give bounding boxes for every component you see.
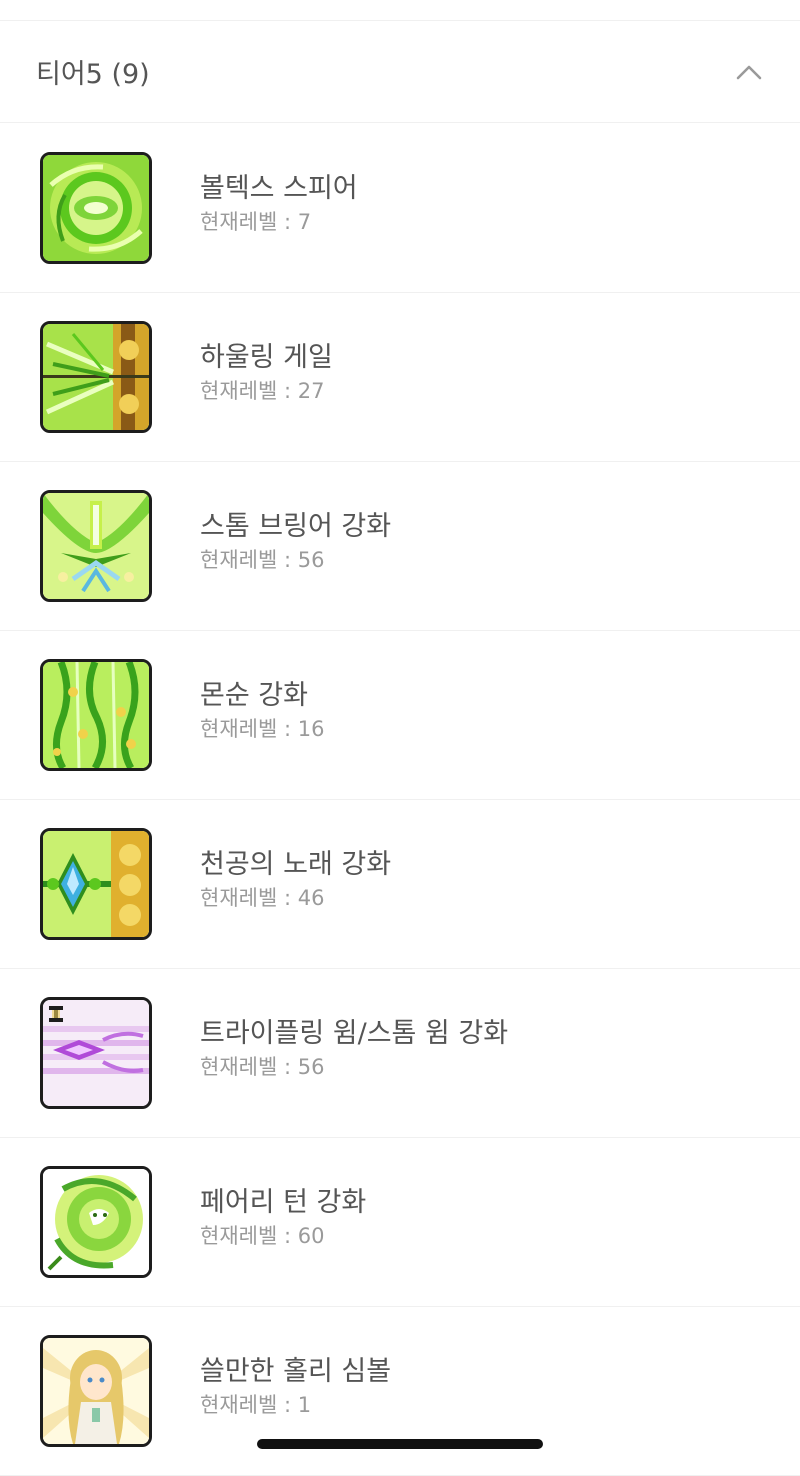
skill-list-item[interactable]: 스톰 브링어 강화 현재레벨 : 56: [0, 462, 800, 631]
fairy-turn-icon: [40, 1166, 152, 1278]
skill-level: 현재레벨 : 60: [200, 1224, 325, 1248]
skill-list-item[interactable]: 볼텍스 스피어 현재레벨 : 7: [0, 124, 800, 293]
skill-level: 현재레벨 : 27: [200, 379, 325, 403]
skill-level: 현재레벨 : 46: [200, 886, 325, 910]
skill-name: 볼텍스 스피어: [200, 173, 358, 204]
song-of-heaven-icon: [40, 828, 152, 940]
skill-list-item[interactable]: 하울링 게일 현재레벨 : 27: [0, 293, 800, 462]
skill-level: 현재레벨 : 1: [200, 1393, 312, 1417]
monsoon-icon: [40, 659, 152, 771]
home-indicator[interactable]: [257, 1439, 543, 1449]
skill-list-item[interactable]: 천공의 노래 강화 현재레벨 : 46: [0, 800, 800, 969]
skill-level: 현재레벨 : 7: [200, 210, 312, 234]
skill-list-item[interactable]: 쓸만한 홀리 심볼 현재레벨 : 1: [0, 1307, 800, 1476]
skill-list-item[interactable]: 페어리 턴 강화 현재레벨 : 60: [0, 1138, 800, 1307]
skill-name: 트라이플링 윔/스톰 윔 강화: [200, 1018, 509, 1049]
skill-name: 페어리 턴 강화: [200, 1187, 367, 1218]
trifling-whim-icon: [40, 997, 152, 1109]
skill-level: 현재레벨 : 16: [200, 717, 325, 741]
tier-section-header[interactable]: 티어5 (9): [0, 21, 800, 123]
howling-gale-icon: [40, 321, 152, 433]
skill-list: 볼텍스 스피어 현재레벨 : 7 하울링 게일 현재레벨 : 27 스톰 브링어…: [0, 124, 800, 1476]
skill-list-item[interactable]: 트라이플링 윔/스톰 윔 강화 현재레벨 : 56: [0, 969, 800, 1138]
holy-symbol-icon: [40, 1335, 152, 1447]
skill-name: 스톰 브링어 강화: [200, 511, 392, 542]
chevron-up-icon[interactable]: [732, 55, 766, 89]
skill-name: 쓸만한 홀리 심볼: [200, 1356, 392, 1387]
skill-level: 현재레벨 : 56: [200, 1055, 325, 1079]
skill-name: 하울링 게일: [200, 342, 333, 373]
section-title: 티어5 (9): [36, 59, 150, 90]
skill-name: 몬순 강화: [200, 680, 308, 711]
storm-bringer-icon: [40, 490, 152, 602]
skill-name: 천공의 노래 강화: [200, 849, 392, 880]
vortex-spear-icon: [40, 152, 152, 264]
skill-level: 현재레벨 : 56: [200, 548, 325, 572]
skill-list-item[interactable]: 몬순 강화 현재레벨 : 16: [0, 631, 800, 800]
